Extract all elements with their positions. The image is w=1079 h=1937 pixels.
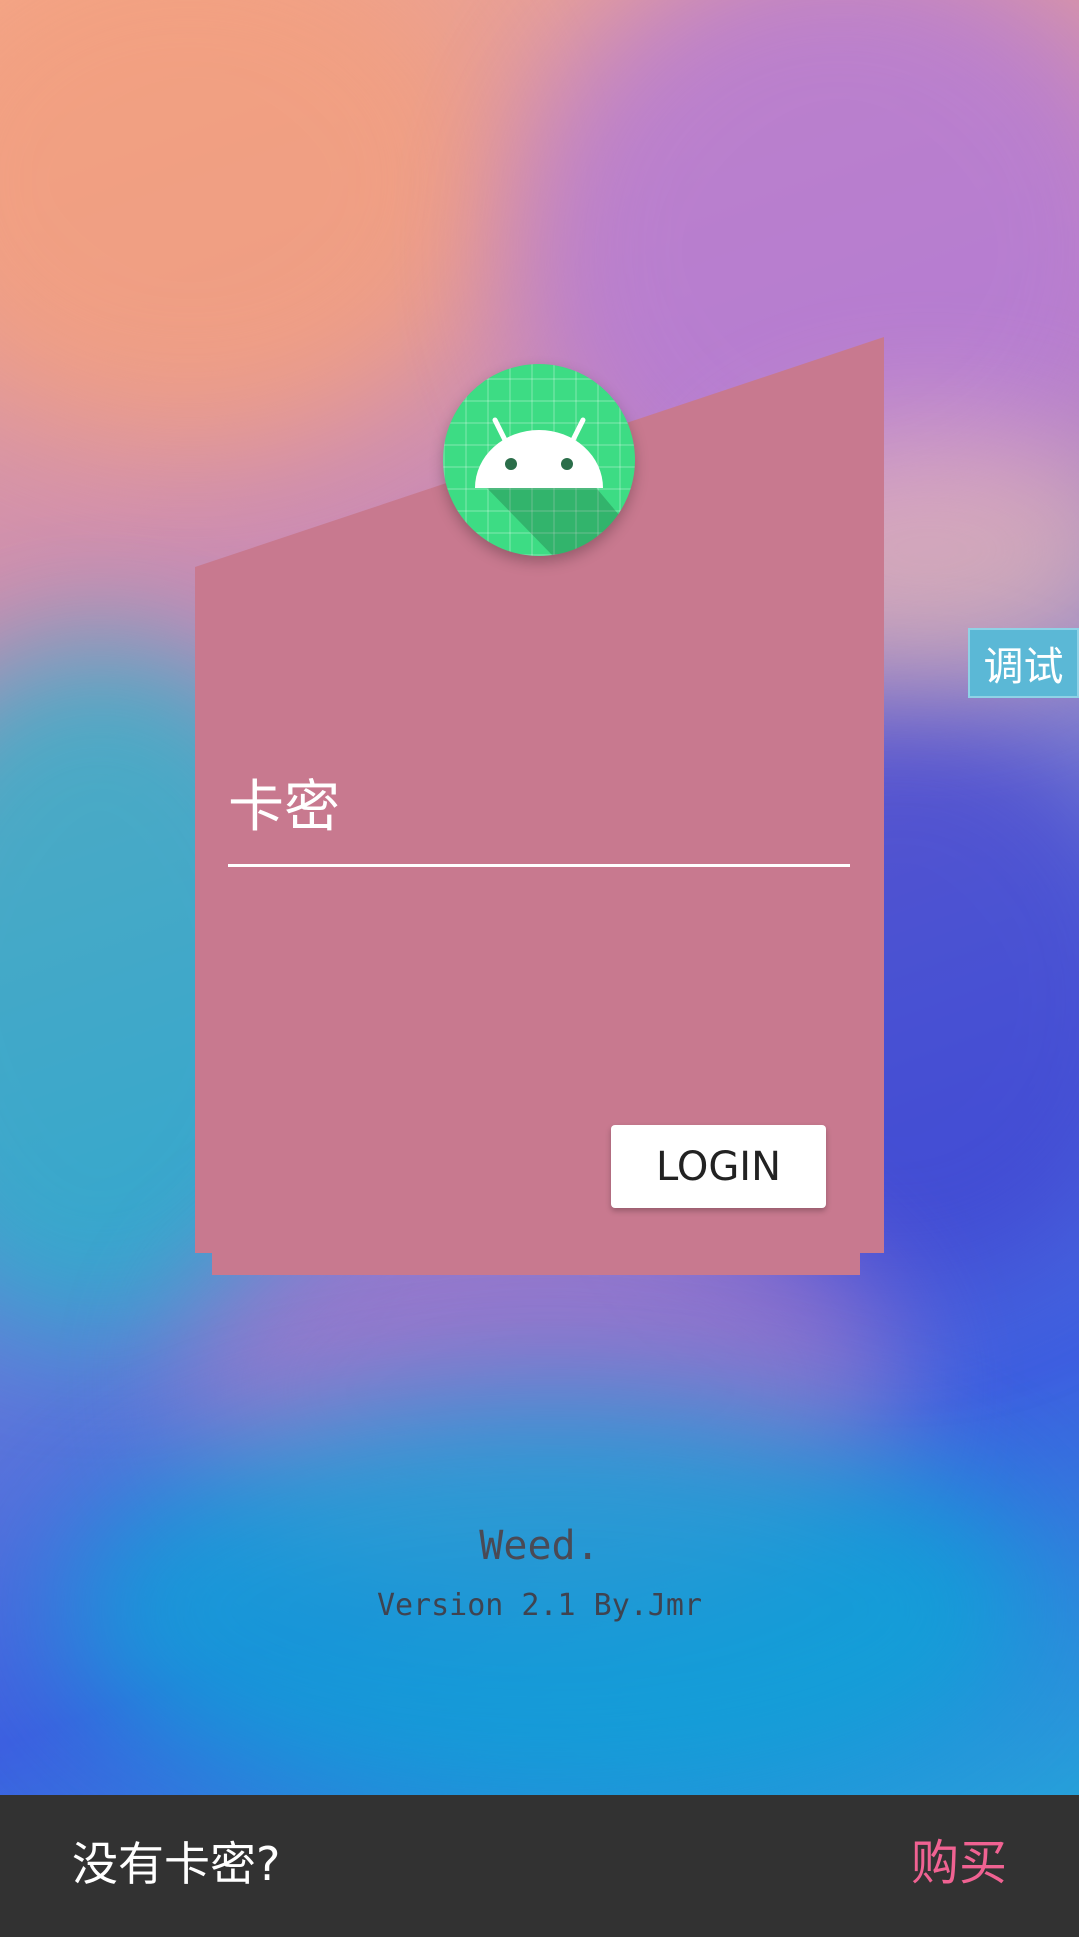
card-key-input[interactable]: 卡密 <box>228 780 340 836</box>
snackbar-message: 没有卡密? <box>72 1837 281 1891</box>
login-button[interactable]: LOGIN <box>611 1125 826 1208</box>
android-robot-icon <box>443 364 635 556</box>
debug-button[interactable]: 调试 <box>968 628 1079 698</box>
buy-button[interactable]: 购买 <box>911 1839 1007 1887</box>
version-text: Version 2.1 By.Jmr <box>376 1588 703 1623</box>
snackbar: 没有卡密? 购买 <box>0 1795 1079 1937</box>
app-name: Weed. <box>479 1523 600 1569</box>
input-underline <box>228 864 850 867</box>
